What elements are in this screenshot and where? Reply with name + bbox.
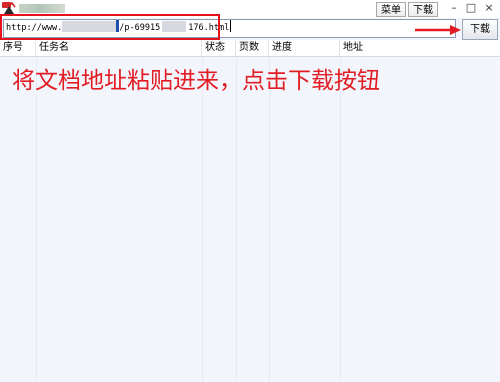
close-icon[interactable]: ×	[482, 1, 496, 15]
arrow-right-icon	[415, 25, 461, 35]
download-button[interactable]: 下载	[462, 19, 498, 40]
column-header-pages[interactable]: 页数	[236, 40, 269, 56]
column-divider	[236, 57, 237, 382]
column-header-status[interactable]: 状态	[202, 40, 236, 56]
column-divider	[36, 57, 37, 382]
app-name-redacted	[19, 4, 65, 13]
app-logo-icon	[1, 1, 17, 15]
url-redacted-segment	[62, 21, 117, 32]
title-bar: 菜单 下载 – □ ×	[0, 0, 500, 18]
download-menu-button[interactable]: 下载	[408, 2, 438, 17]
column-header-progress[interactable]: 进度	[269, 40, 340, 56]
task-list-header: 序号 任务名 状态 页数 进度 地址	[0, 40, 500, 57]
url-input[interactable]: http://www. /p-69915 176.html	[3, 19, 456, 38]
column-divider	[340, 57, 341, 382]
maximize-icon[interactable]: □	[464, 1, 478, 15]
url-suffix: 176.html	[188, 23, 230, 33]
url-prefix: http://www.	[6, 23, 63, 33]
text-caret	[230, 20, 232, 32]
instruction-annotation: 将文档地址粘贴进来，点击下载按钮	[12, 68, 380, 94]
minimize-icon[interactable]: –	[447, 1, 461, 15]
column-header-task-name[interactable]: 任务名	[36, 40, 202, 56]
task-list[interactable]	[0, 57, 500, 382]
column-divider	[202, 57, 203, 382]
column-divider	[269, 57, 270, 382]
menu-button[interactable]: 菜单	[376, 2, 406, 17]
url-middle: /p-69915	[119, 23, 161, 33]
column-header-address[interactable]: 地址	[340, 40, 500, 56]
column-header-index[interactable]: 序号	[0, 40, 36, 56]
url-redacted-segment	[162, 21, 187, 32]
